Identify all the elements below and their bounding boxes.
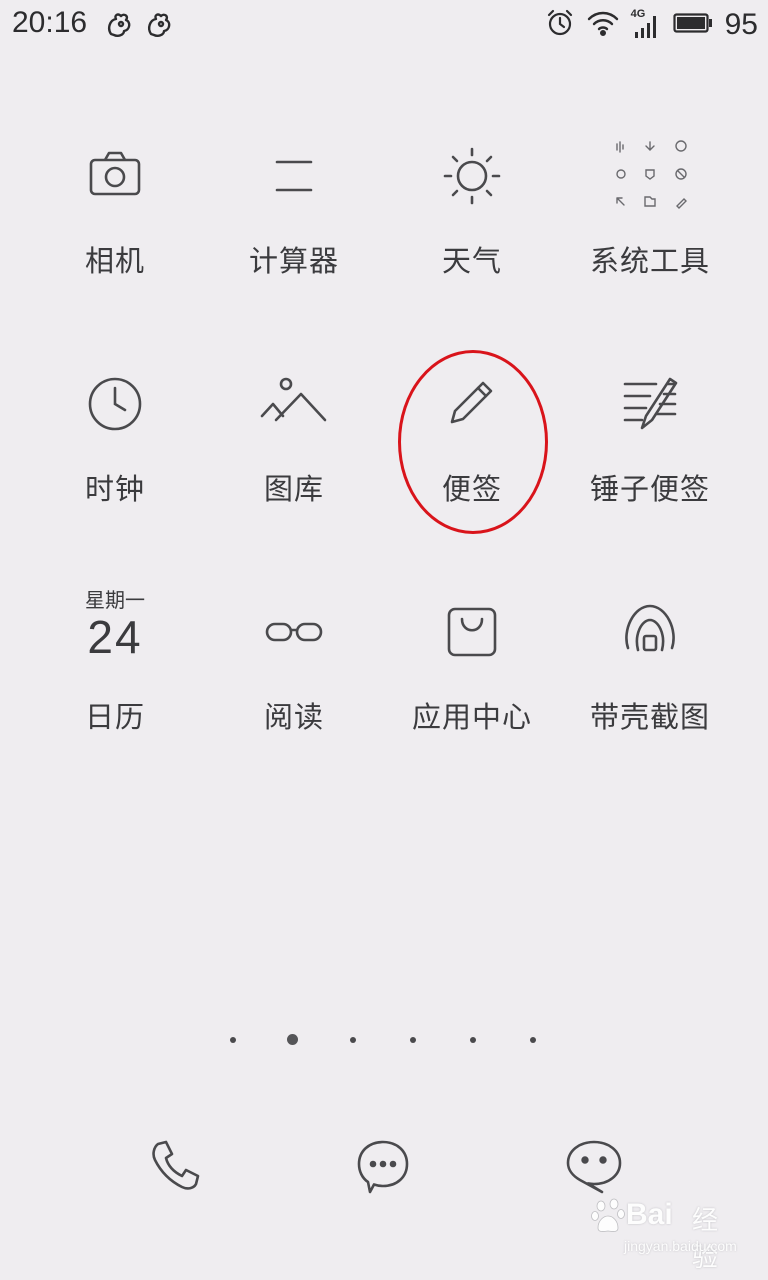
app-hammer-notes[interactable]: 锤子便签 <box>561 374 739 574</box>
app-weather[interactable]: 天气 <box>383 146 561 346</box>
dock-phone[interactable] <box>146 1136 206 1196</box>
page-indicator <box>0 1034 768 1046</box>
app-clock[interactable]: 时钟 <box>26 374 204 574</box>
app-label: 时钟 <box>84 472 145 506</box>
baidu-jingyan-watermark: Bai 经验 jingyan.baidu.com <box>590 1196 740 1273</box>
page-dot[interactable] <box>350 1037 356 1043</box>
camera-icon <box>85 146 145 206</box>
shopping-bag-icon <box>442 602 502 662</box>
app-label: 带壳截图 <box>589 700 710 734</box>
app-label: 天气 <box>441 244 502 278</box>
dock-messages[interactable] <box>353 1136 413 1196</box>
app-label: 系统工具 <box>589 244 710 278</box>
calendar-weekday: 星期一 <box>85 588 145 612</box>
calendar-day: 24 <box>87 611 143 663</box>
app-calendar[interactable]: 星期一 24 日历 <box>26 588 204 802</box>
system-status: 4G 95 <box>545 8 758 42</box>
battery-level: 95 <box>724 8 758 41</box>
wifi-icon <box>587 9 619 41</box>
watermark-brand: Bai <box>626 1198 673 1231</box>
app-shell-screenshot[interactable]: 带壳截图 <box>561 602 739 802</box>
page-dot[interactable] <box>470 1037 476 1043</box>
calculator-icon <box>264 146 324 206</box>
squirrel-notification-icon <box>144 10 174 44</box>
app-app-center[interactable]: 应用中心 <box>383 602 561 802</box>
watermark-url: jingyan.baidu.com <box>624 1238 737 1254</box>
sun-icon <box>442 146 502 206</box>
app-label: 计算器 <box>248 244 339 278</box>
page-dot[interactable] <box>230 1037 236 1043</box>
watermark-product: 经验 <box>692 1206 719 1273</box>
page-dot[interactable] <box>410 1037 416 1043</box>
status-time: 20:16 <box>12 6 88 39</box>
hammer-notes-icon <box>620 374 680 434</box>
app-label: 日历 <box>84 700 145 734</box>
alarm-icon <box>545 8 575 42</box>
cell-signal-icon: 4G <box>631 8 661 40</box>
app-calculator[interactable]: 计算器 <box>205 146 383 346</box>
highlight-annotation <box>398 350 548 534</box>
app-label: 锤子便签 <box>589 472 710 506</box>
app-label: 应用中心 <box>411 700 532 734</box>
battery-icon <box>673 11 713 39</box>
page-dot-active[interactable] <box>287 1034 298 1045</box>
app-label: 阅读 <box>263 700 324 734</box>
message-icon <box>353 1140 413 1200</box>
shell-screenshot-icon <box>620 602 680 662</box>
app-label: 相机 <box>84 244 145 278</box>
app-reader[interactable]: 阅读 <box>205 602 383 802</box>
app-label: 图库 <box>263 472 324 506</box>
clock-icon <box>85 374 145 434</box>
glasses-icon <box>264 602 324 662</box>
app-gallery[interactable]: 图库 <box>205 374 383 574</box>
notification-icons <box>104 10 174 44</box>
page-dot[interactable] <box>530 1037 536 1043</box>
status-bar: 20:16 4G 95 <box>0 0 768 54</box>
system-tools-folder-icon <box>605 136 695 216</box>
gallery-icon <box>259 374 329 434</box>
paw-logo-icon <box>590 1196 630 1240</box>
squirrel-notification-icon <box>104 10 134 44</box>
app-camera[interactable]: 相机 <box>26 146 204 346</box>
dock-chat[interactable] <box>564 1136 624 1196</box>
phone-icon <box>146 1140 206 1200</box>
app-system-tools[interactable]: 系统工具 <box>561 140 739 346</box>
calendar-icon: 星期一 24 <box>65 588 165 668</box>
